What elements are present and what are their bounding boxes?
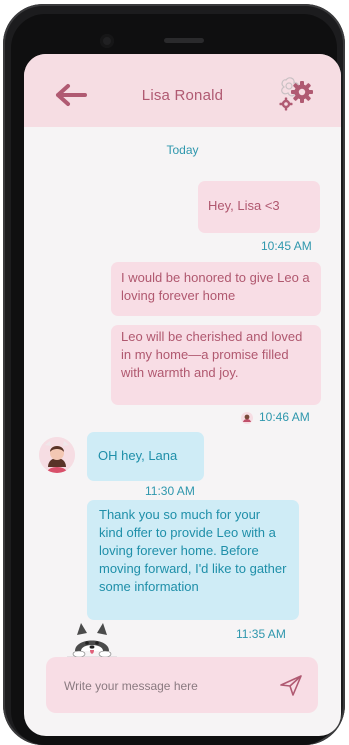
message-text: Thank you so much for your kind offer to…: [99, 507, 287, 594]
message-text: OH hey, Lana: [98, 448, 178, 463]
settings-button[interactable]: [276, 74, 320, 116]
date-separator: Today: [166, 143, 199, 157]
dog-illustration: [67, 621, 117, 659]
outgoing-message[interactable]: Leo will be cherished and loved in my ho…: [111, 325, 321, 405]
incoming-message[interactable]: OH hey, Lana: [87, 432, 204, 481]
gear-icon: [279, 77, 313, 111]
message-input[interactable]: [62, 675, 266, 697]
contact-avatar[interactable]: [39, 437, 75, 473]
chat-header: Lisa Ronald: [24, 54, 341, 127]
husky-dog-icon: [67, 623, 117, 658]
message-time: 11:30 AM: [145, 484, 195, 498]
outgoing-message[interactable]: Hey, Lisa <3: [198, 181, 320, 233]
message-time: 10:45 AM: [261, 239, 312, 253]
message-composer: [46, 657, 318, 713]
earpiece-speaker: [164, 38, 204, 43]
read-receipt-avatar-icon: [241, 411, 253, 424]
send-icon: [280, 675, 302, 696]
incoming-message[interactable]: Thank you so much for your kind offer to…: [87, 500, 299, 620]
message-time-row: 10:46 AM: [241, 410, 310, 424]
send-button[interactable]: [279, 674, 303, 696]
message-text: Leo will be cherished and loved in my ho…: [121, 329, 303, 380]
message-text: Hey, Lisa <3: [208, 198, 280, 213]
outgoing-message[interactable]: I would be honored to give Leo a loving …: [111, 262, 321, 316]
avatar-icon: [39, 437, 75, 473]
message-time: 10:46 AM: [259, 410, 310, 424]
message-time: 11:35 AM: [236, 627, 286, 641]
front-camera: [100, 34, 114, 48]
phone-frame: Lisa Ronald Today Hey, Lisa <3 10:45 AM …: [3, 4, 345, 745]
chat-screen: Lisa Ronald Today Hey, Lisa <3 10:45 AM …: [24, 54, 341, 736]
message-text: I would be honored to give Leo a loving …: [121, 270, 310, 303]
